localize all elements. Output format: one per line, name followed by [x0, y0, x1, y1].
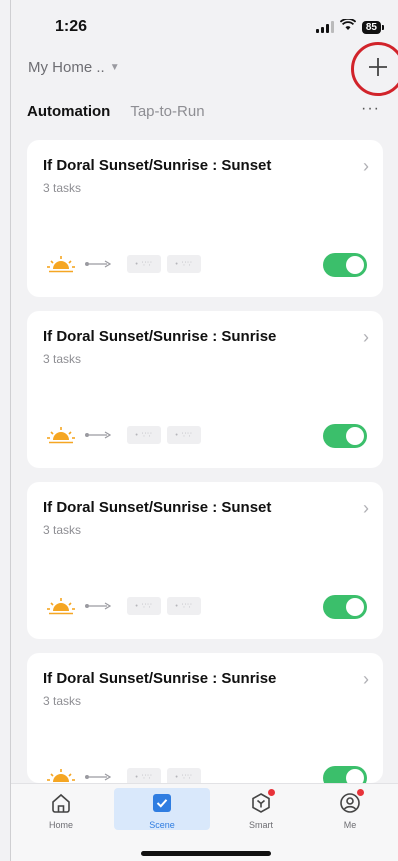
- add-automation-button[interactable]: [351, 42, 398, 96]
- chevron-right-icon: ›: [363, 669, 369, 689]
- sunrise-icon: [47, 426, 75, 444]
- chevron-right-icon: ›: [363, 156, 369, 176]
- device-chip: • ∵∵: [167, 255, 201, 273]
- tab-me[interactable]: Me: [302, 789, 398, 834]
- tab-automation[interactable]: Automation: [27, 103, 110, 120]
- signal-icon: [315, 21, 334, 33]
- wifi-icon: [339, 18, 357, 36]
- automation-title: If Doral Sunset/Sunrise : Sunset: [43, 157, 272, 174]
- automation-flow: • ∵∵ • ∵∵: [47, 597, 201, 615]
- arrow-right-icon: [85, 773, 111, 781]
- task-count: 3 tasks: [43, 181, 82, 195]
- automation-card[interactable]: If Doral Sunset/Sunrise : Sunrise 3 task…: [27, 653, 383, 790]
- tab-tap-to-run[interactable]: Tap-to-Run: [130, 103, 204, 120]
- chevron-right-icon: ›: [363, 498, 369, 518]
- automation-toggle[interactable]: [323, 595, 367, 619]
- automation-title: If Doral Sunset/Sunrise : Sunrise: [43, 670, 277, 687]
- automation-flow: • ∵∵ • ∵∵: [47, 426, 201, 444]
- device-chip: • ∵∵: [127, 597, 161, 615]
- battery-indicator: 85: [361, 20, 385, 34]
- home-indicator: [141, 851, 271, 856]
- tab-scene[interactable]: Scene: [114, 788, 210, 830]
- task-count: 3 tasks: [43, 694, 82, 708]
- smart-icon: [250, 789, 275, 814]
- notification-dot: [268, 789, 275, 796]
- task-count: 3 tasks: [43, 523, 82, 537]
- device-chip: • ∵∵: [127, 255, 161, 273]
- status-icons: 85: [315, 18, 385, 36]
- device-chip: • ∵∵: [167, 426, 201, 444]
- automation-card[interactable]: If Doral Sunset/Sunrise : Sunset 3 tasks…: [27, 140, 383, 297]
- plus-icon: [368, 57, 388, 82]
- automation-toggle[interactable]: [323, 424, 367, 448]
- status-time: 1:26: [55, 18, 88, 35]
- home-name: My Home ..: [28, 59, 105, 76]
- tab-me-label: Me: [343, 820, 357, 830]
- action-devices: • ∵∵ • ∵∵: [127, 597, 201, 615]
- tab-smart-label: Smart: [248, 820, 273, 830]
- home-selector[interactable]: My Home .. ▼: [28, 59, 120, 76]
- notification-dot: [357, 789, 364, 796]
- automation-card[interactable]: If Doral Sunset/Sunrise : Sunrise 3 task…: [27, 311, 383, 468]
- device-chip: • ∵∵: [127, 426, 161, 444]
- sunset-icon: [47, 597, 75, 615]
- tab-home-label: Home: [48, 820, 73, 830]
- automation-title: If Doral Sunset/Sunrise : Sunset: [43, 499, 272, 516]
- scene-icon: [151, 792, 173, 814]
- sunset-icon: [47, 255, 75, 273]
- app-screen: 1:26 85 My Home .. ▼ Automation Tap-to-R…: [10, 0, 398, 861]
- automation-toggle[interactable]: [323, 253, 367, 277]
- tab-scene-label: Scene: [149, 820, 175, 830]
- automation-title: If Doral Sunset/Sunrise : Sunrise: [43, 328, 277, 345]
- home-icon: [50, 792, 72, 814]
- arrow-right-icon: [85, 602, 111, 610]
- tab-smart[interactable]: Smart: [213, 789, 309, 834]
- bottom-tab-bar: Home Scene Smart Me: [11, 783, 398, 861]
- scene-tabs: Automation Tap-to-Run: [27, 103, 205, 120]
- more-options-button[interactable]: ···: [361, 100, 380, 118]
- arrow-right-icon: [85, 260, 111, 268]
- device-chip: • ∵∵: [167, 597, 201, 615]
- task-count: 3 tasks: [43, 352, 82, 366]
- automation-flow: • ∵∵ • ∵∵: [47, 255, 201, 273]
- automation-card[interactable]: If Doral Sunset/Sunrise : Sunset 3 tasks…: [27, 482, 383, 639]
- caret-down-icon: ▼: [109, 62, 120, 73]
- tab-home[interactable]: Home: [13, 792, 109, 834]
- arrow-right-icon: [85, 431, 111, 439]
- action-devices: • ∵∵ • ∵∵: [127, 426, 201, 444]
- action-devices: • ∵∵ • ∵∵: [127, 255, 201, 273]
- profile-icon: [339, 789, 364, 814]
- chevron-right-icon: ›: [363, 327, 369, 347]
- status-bar: 1:26 85: [11, 0, 398, 52]
